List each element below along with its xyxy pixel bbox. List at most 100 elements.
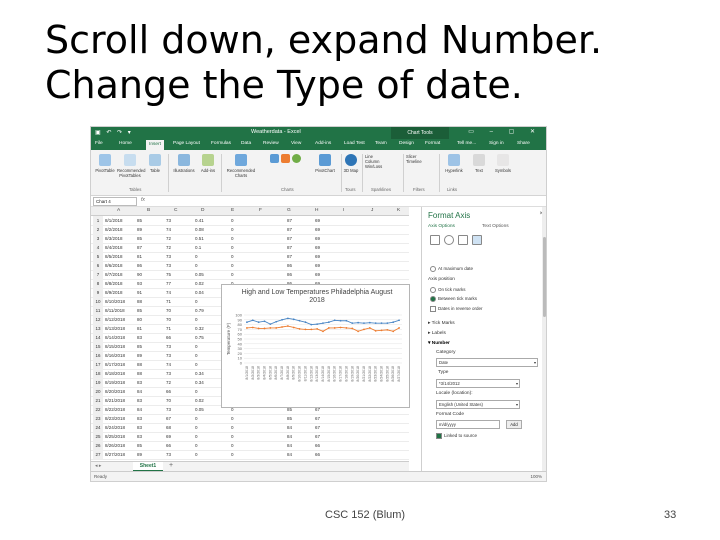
cell-a[interactable]: 8/23/2018 (105, 416, 125, 421)
name-box[interactable]: Chart 4 (93, 197, 137, 206)
row-number[interactable]: 1 (93, 216, 103, 225)
cell-h[interactable]: 69 (315, 254, 320, 259)
scrollbar-thumb[interactable] (543, 237, 546, 317)
cell-b[interactable]: 88 (137, 299, 142, 304)
cell-a[interactable]: 8/24/2018 (105, 425, 125, 430)
cell-c[interactable]: 68 (166, 425, 171, 430)
cell-b[interactable]: 93 (137, 281, 142, 286)
tick-marks-section[interactable]: ▸ Tick Marks (428, 321, 455, 326)
cell-b[interactable]: 89 (137, 452, 142, 457)
cell-g[interactable]: 84 (287, 443, 292, 448)
cell-a[interactable]: 8/2/2018 (105, 227, 123, 232)
timeline-button[interactable]: Timeline (406, 159, 436, 164)
fill-line-icon[interactable] (430, 235, 440, 245)
column-header[interactable]: E (231, 208, 234, 213)
cell-d[interactable]: 0.08 (195, 227, 204, 232)
cell-e[interactable]: 0 (231, 254, 234, 259)
cell-a[interactable]: 8/9/2018 (105, 290, 123, 295)
cell-c[interactable]: 66 (166, 335, 171, 340)
row-number[interactable]: 8 (93, 279, 103, 288)
cell-a[interactable]: 8/4/2018 (105, 245, 123, 250)
tab-add-ins[interactable]: Add-ins (315, 141, 331, 146)
cell-d[interactable]: 0 (195, 443, 198, 448)
tab-team[interactable]: Team (375, 141, 387, 146)
cell-c[interactable]: 73 (166, 407, 171, 412)
cell-a[interactable]: 8/19/2018 (105, 380, 125, 385)
row-number[interactable]: 20 (93, 387, 103, 396)
sparkline-buttons[interactable]: Line Column Win/Loss (365, 154, 395, 169)
row-number[interactable]: 21 (93, 396, 103, 405)
cell-a[interactable]: 8/21/2018 (105, 398, 125, 403)
cell-b[interactable]: 80 (137, 317, 142, 322)
cell-a[interactable]: 8/1/2018 (105, 218, 123, 223)
cell-d[interactable]: 0 (195, 416, 198, 421)
cell-a[interactable]: 8/20/2018 (105, 389, 125, 394)
cell-d[interactable]: 0 (195, 362, 198, 367)
cell-e[interactable]: 0 (231, 452, 234, 457)
sign-in-link[interactable]: Sign in (489, 141, 504, 146)
cell-c[interactable]: 77 (166, 281, 171, 286)
row-number[interactable]: 27 (93, 450, 103, 459)
cell-h[interactable]: 69 (315, 227, 320, 232)
cell-c[interactable]: 71 (166, 326, 171, 331)
cell-d[interactable]: 0 (195, 317, 198, 322)
cell-d[interactable]: 0.34 (195, 380, 204, 385)
cell-d[interactable]: 0 (195, 254, 198, 259)
row-number[interactable]: 5 (93, 252, 103, 261)
cell-d[interactable]: 0.51 (195, 236, 204, 241)
cell-b[interactable]: 89 (137, 227, 142, 232)
table-button[interactable]: Table (145, 154, 165, 173)
cell-c[interactable]: 73 (166, 353, 171, 358)
cell-c[interactable]: 74 (166, 227, 171, 232)
row-number[interactable]: 14 (93, 333, 103, 342)
cell-a[interactable]: 8/18/2018 (105, 371, 125, 376)
cell-a[interactable]: 8/22/2018 (105, 407, 125, 412)
cell-c[interactable]: 73 (166, 263, 171, 268)
add-sheet-button[interactable]: + (169, 462, 173, 469)
cell-d[interactable]: 0.1 (195, 245, 201, 250)
row-number[interactable]: 25 (93, 432, 103, 441)
cell-c[interactable]: 72 (166, 236, 171, 241)
cell-b[interactable]: 81 (137, 254, 142, 259)
cell-e[interactable]: 0 (231, 263, 234, 268)
cell-a[interactable]: 8/3/2018 (105, 236, 123, 241)
tab-review[interactable]: Review (263, 141, 279, 146)
sheet-nav-arrows[interactable]: ◂ ▸ (95, 463, 101, 469)
cell-e[interactable]: 0 (231, 236, 234, 241)
row-number[interactable]: 12 (93, 315, 103, 324)
tab-design[interactable]: Design (399, 141, 414, 146)
tab-format[interactable]: Format (425, 141, 440, 146)
add-button[interactable]: Add (506, 420, 522, 429)
cell-a[interactable]: 8/15/2018 (105, 344, 125, 349)
row-number[interactable]: 2 (93, 225, 103, 234)
cell-a[interactable]: 8/16/2018 (105, 353, 125, 358)
add-ins-button[interactable]: Add-ins (199, 154, 217, 173)
cell-d[interactable]: 0.02 (195, 281, 204, 286)
cell-a[interactable]: 8/10/2018 (105, 299, 125, 304)
cell-a[interactable]: 8/12/2018 (105, 317, 125, 322)
cell-h[interactable]: 69 (315, 245, 320, 250)
dates-reverse-order-checkbox[interactable]: Dates in reverse order (430, 306, 483, 312)
cell-b[interactable]: 86 (137, 263, 142, 268)
cell-b[interactable]: 85 (137, 443, 142, 448)
pane-scrollbar[interactable] (542, 207, 546, 471)
row-number[interactable]: 19 (93, 378, 103, 387)
cell-c[interactable]: 72 (166, 380, 171, 385)
cell-d[interactable]: 0.02 (195, 398, 204, 403)
column-header[interactable]: J (371, 208, 373, 213)
cell-c[interactable]: 66 (166, 443, 171, 448)
cell-e[interactable]: 0 (231, 272, 234, 277)
cell-g[interactable]: 84 (287, 434, 292, 439)
size-properties-icon[interactable] (458, 235, 468, 245)
at-maximum-date-option[interactable]: At maximum date (430, 266, 473, 272)
row-number[interactable]: 9 (93, 288, 103, 297)
cell-a[interactable]: 8/26/2018 (105, 443, 125, 448)
cell-g[interactable]: 87 (287, 227, 292, 232)
cell-d[interactable]: 0.05 (195, 272, 204, 277)
tab-load-test[interactable]: Load Test (344, 141, 365, 146)
column-header[interactable]: K (397, 208, 400, 213)
cell-b[interactable]: 83 (137, 434, 142, 439)
cell-b[interactable]: 85 (137, 344, 142, 349)
cell-c[interactable]: 72 (166, 245, 171, 250)
cell-g[interactable]: 84 (287, 452, 292, 457)
